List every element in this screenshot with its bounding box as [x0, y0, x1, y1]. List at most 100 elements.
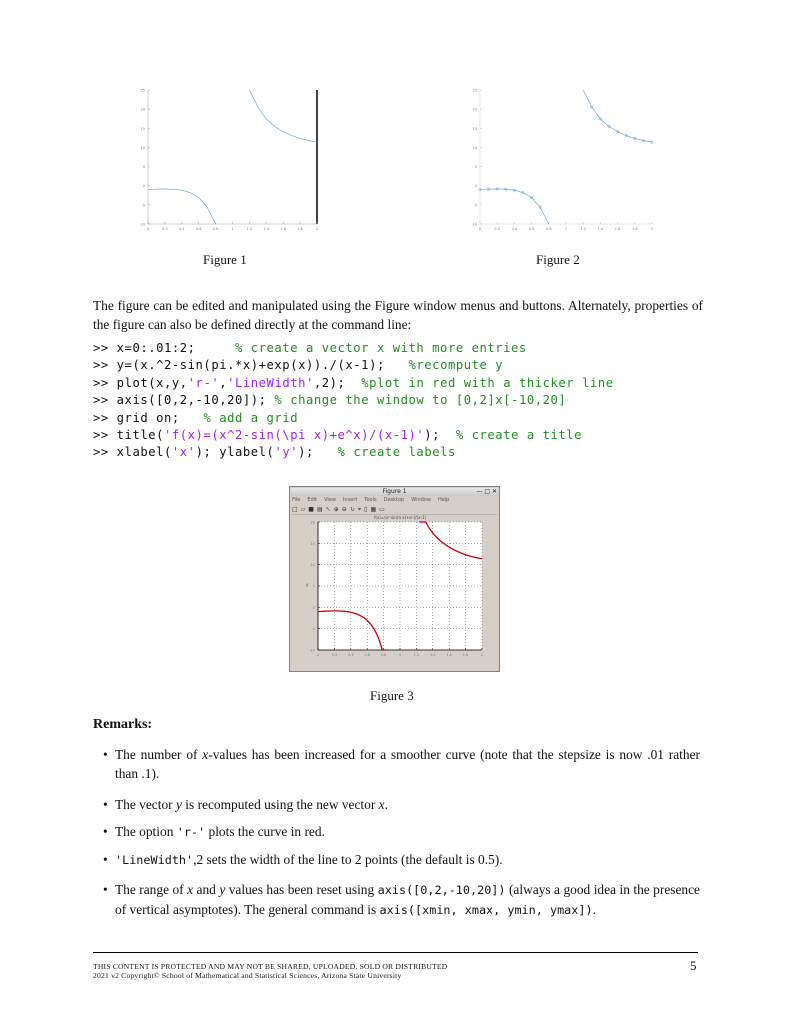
y-tick-label: 5	[475, 165, 477, 169]
remark-item: 'LineWidth',2 sets the width of the line…	[103, 850, 700, 870]
print-icon[interactable]: ▤	[317, 506, 323, 513]
figure-3-plot: 0 0.2 0.4 0.6 0.8 1 1.2 1.4 1.6 1.8 2 -10 -5 0 5 10 15 20…	[306, 515, 483, 657]
datacursor-icon[interactable]: ⌖	[358, 506, 361, 514]
x-tick-label: 1.6	[615, 227, 621, 231]
code-command: );	[298, 445, 314, 460]
x-tick-label: 1.8	[297, 227, 303, 231]
code-string: 'f(x)=(x^2-sin(\pi x)+e^x)/(x-1)'	[164, 428, 425, 443]
intro-paragraph: The figure can be edited and manipulated…	[93, 298, 703, 332]
code-line: >> xlabel('x'); ylabel('y'); % create la…	[93, 444, 614, 461]
code-line: >> axis([0,2,-10,20]); % change the wind…	[93, 392, 614, 409]
menu-item-window[interactable]: Window	[411, 497, 431, 504]
x-tick-label: 1.6	[280, 227, 286, 231]
menu-item-insert[interactable]: Insert	[343, 497, 357, 504]
window-title: Figure 1	[382, 488, 407, 495]
figure-2-caption: Figure 2	[536, 252, 580, 267]
code-prompt: >>	[93, 341, 117, 355]
code-block: >> x=0:.01:2; % create a vector x with m…	[93, 340, 614, 462]
code-comment: % create a vector x with more entries	[195, 341, 527, 355]
open-icon[interactable]: ▱	[301, 506, 306, 513]
colorbar-icon[interactable]: ▯	[364, 506, 367, 513]
y-tick-label: 10	[311, 563, 315, 567]
code-string: 'LineWidth'	[227, 375, 314, 390]
menu-item-help[interactable]: Help	[438, 497, 449, 504]
code-line: >> grid on; % add a grid	[93, 410, 614, 427]
save-icon[interactable]: ■	[308, 506, 314, 513]
x-tick-label: 1.2	[247, 227, 253, 231]
toolbar: □ ▱ ■ ▤ ↖ ⊕ ⊖ ↻ ⌖ ▯ ▦ ▭	[292, 505, 497, 515]
y-tick-label: -10	[140, 223, 145, 227]
x-tick-label: 0.8	[213, 227, 219, 231]
footer-line-1: THIS CONTENT IS PROTECTED AND MAY NOT BE…	[93, 962, 448, 971]
y-axis-label: y	[306, 582, 309, 587]
code-prompt: >>	[93, 445, 117, 460]
remark-item: The option 'r-' plots the curve in red.	[103, 822, 700, 842]
menu-item-file[interactable]: File	[292, 497, 300, 504]
code-line: >> x=0:.01:2; % create a vector x with m…	[93, 340, 614, 357]
code-command: xlabel(	[116, 445, 172, 460]
y-tick-label: 0	[475, 184, 477, 188]
code-line: >> y=(x.^2-sin(pi.*x)+exp(x))./(x-1); %r…	[93, 357, 614, 374]
menu-item-edit[interactable]: Edit	[307, 497, 317, 504]
y-tick-label: 25	[473, 89, 477, 93]
legend-icon[interactable]: ▦	[370, 506, 376, 513]
x-tick-label: 0.4	[348, 653, 354, 657]
figure-1-caption: Figure 1	[203, 252, 247, 267]
menu-bar: File Edit View Insert Tools Desktop Window Help	[292, 497, 497, 504]
plot-tools-icon[interactable]: ▭	[379, 506, 385, 513]
y-tick-label: 0	[143, 184, 145, 188]
code-line: >> plot(x,y,'r-','LineWidth',2); %plot i…	[93, 375, 614, 392]
y-tick-label: 25	[141, 89, 145, 93]
code-prompt: >>	[93, 375, 117, 390]
x-tick-label: 0	[479, 227, 481, 231]
y-tick-label: 15	[311, 542, 315, 546]
code-comment: % create a title	[440, 428, 583, 443]
y-tick-label: 15	[473, 127, 477, 131]
x-tick-label: 0.2	[162, 227, 168, 231]
pointer-icon[interactable]: ↖	[326, 506, 331, 513]
menu-item-desktop[interactable]: Desktop	[384, 497, 405, 504]
code-prompt: >>	[93, 358, 117, 373]
remark-item: The range of x and y values has been res…	[103, 880, 700, 920]
x-tick-label: 0.6	[364, 653, 370, 657]
x-tick-label: 1.8	[463, 653, 469, 657]
code-command: ); ylabel(	[195, 445, 275, 460]
window-titlebar[interactable]: Figure 1	[291, 488, 498, 496]
rotate-icon[interactable]: ↻	[350, 506, 355, 513]
figure-3-caption: Figure 3	[370, 688, 414, 703]
chart-title: f(x)=(x²-sin(π x)+eˣ)/(x-1)	[374, 515, 427, 520]
x-tick-label: 1	[565, 227, 567, 231]
menu-item-tools[interactable]: Tools	[364, 497, 376, 504]
x-tick-label: 0.4	[512, 227, 518, 231]
code-string: 'r-'	[187, 375, 220, 390]
code-string: 'x'	[171, 445, 196, 460]
x-tick-label: 0.6	[196, 227, 202, 231]
menu-item-view[interactable]: View	[324, 497, 336, 504]
series-line	[582, 89, 653, 143]
footer-line-2: 2021 v2 Copyright© School of Mathematica…	[93, 971, 402, 980]
y-tick-label: -5	[312, 627, 316, 631]
y-tick-label: 20	[141, 108, 145, 112]
code-comment: %recompute y	[384, 358, 504, 373]
y-tick-label: 10	[473, 146, 477, 150]
x-tick-label: 1.4	[430, 653, 436, 657]
x-tick-label: 0.8	[546, 227, 552, 231]
window-controls[interactable]: — □ ✕	[476, 488, 497, 495]
x-tick-label: 0.4	[179, 227, 185, 231]
zoom-in-icon[interactable]: ⊕	[334, 506, 339, 513]
new-icon[interactable]: □	[292, 506, 298, 513]
x-tick-label: 0.6	[529, 227, 535, 231]
y-tick-label: -10	[472, 223, 477, 227]
code-comment: % change the window to [0,2]x[-10,20]	[266, 393, 567, 408]
code-command: x=0:.01:2;	[116, 341, 196, 355]
code-prompt: >>	[93, 410, 117, 425]
x-tick-label: 0.2	[494, 227, 500, 231]
page-number: 5	[690, 958, 697, 973]
x-tick-label: 1	[399, 653, 401, 657]
y-tick-label: 0	[313, 606, 315, 610]
zoom-out-icon[interactable]: ⊖	[342, 506, 347, 513]
series-line	[249, 89, 318, 143]
code-prompt: >>	[93, 393, 117, 408]
series-line	[147, 188, 216, 225]
code-comment: %plot in red with a thicker line	[345, 375, 614, 390]
